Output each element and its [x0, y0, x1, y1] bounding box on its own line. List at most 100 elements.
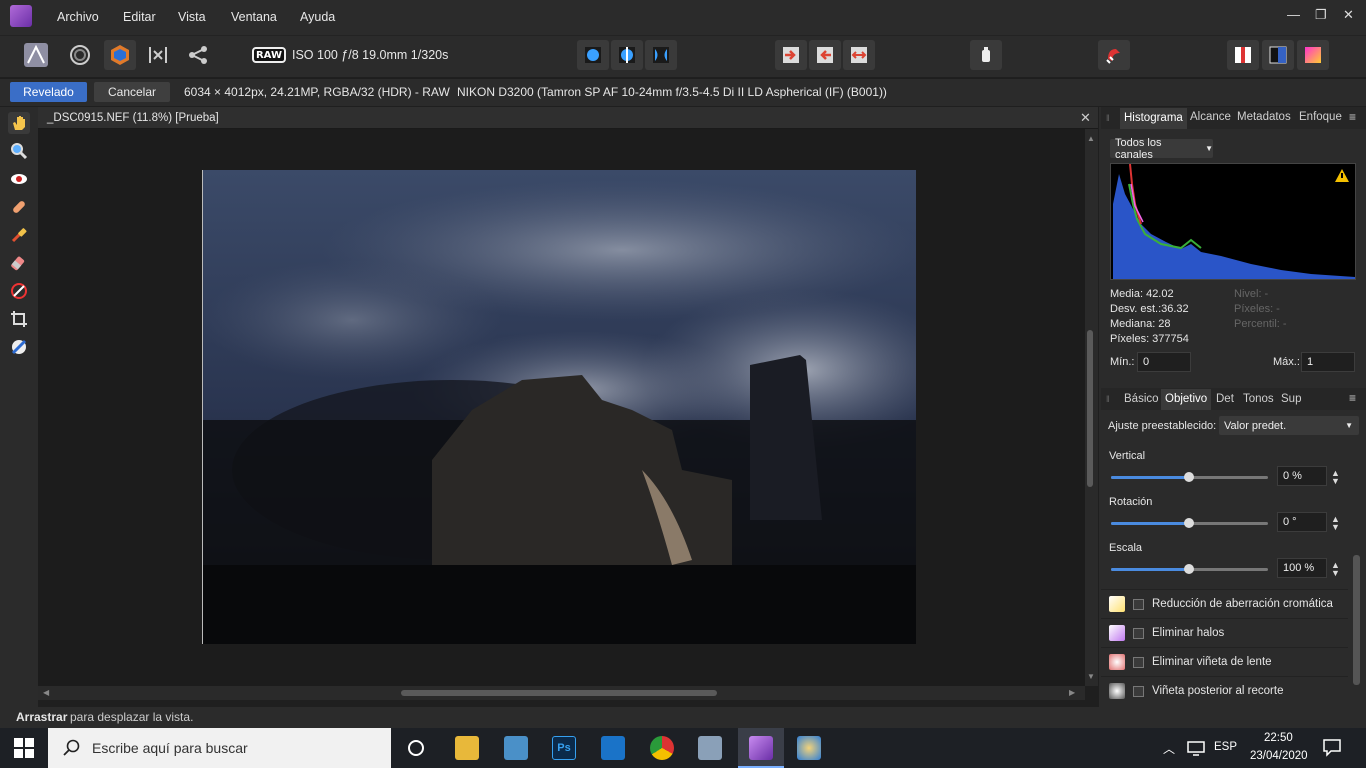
color-mode-icon[interactable] [1227, 40, 1259, 70]
close-window-icon[interactable]: ✕ [1343, 7, 1354, 23]
option-label: Eliminar halos [1152, 627, 1225, 639]
blemish-tool-icon[interactable] [8, 196, 30, 218]
network-app-icon[interactable] [504, 736, 528, 760]
liquify-persona-icon[interactable] [64, 40, 96, 70]
assistant-icon[interactable] [970, 40, 1002, 70]
panel-grip-icon[interactable]: ‖ [1106, 394, 1110, 404]
stat-pixeles: Píxeles: 377754 [1110, 333, 1189, 345]
hand-tool-icon[interactable] [8, 112, 30, 134]
option-lens-vignette[interactable]: Eliminar viñeta de lente [1101, 647, 1348, 676]
scroll-down-icon[interactable]: ▼ [1087, 672, 1095, 681]
menu-editar[interactable]: Editar [123, 10, 156, 24]
red-eye-tool-icon[interactable] [8, 168, 30, 190]
notifications-icon[interactable] [1323, 739, 1341, 760]
gamut-mode-icon[interactable] [1297, 40, 1329, 70]
post-crop-vignette-checkbox[interactable] [1133, 685, 1144, 697]
raw-badge: RAW [252, 47, 286, 63]
paint-icon[interactable] [797, 736, 821, 760]
preset-dropdown[interactable]: Valor predet. ▼ [1219, 416, 1359, 435]
clipping-highlights-icon[interactable] [809, 40, 841, 70]
tab-alcance[interactable]: Alcance [1190, 111, 1231, 123]
stepper-vertical-icon[interactable]: ▲ ▼ [1331, 469, 1340, 486]
chromatic-aberration-checkbox[interactable] [1133, 598, 1144, 610]
clipping-warning-icon[interactable] [1223, 165, 1243, 185]
panel-menu-icon[interactable]: ≡ [1349, 391, 1356, 405]
view-split-icon[interactable] [611, 40, 643, 70]
vertical-scroll-thumb[interactable] [1087, 330, 1093, 487]
horizontal-scroll-thumb[interactable] [401, 690, 717, 696]
clock-date[interactable]: 23/04/2020 [1250, 750, 1308, 762]
snapping-icon[interactable] [1098, 40, 1130, 70]
chrome-icon[interactable] [650, 736, 674, 760]
escala-value-field[interactable]: 100 % [1277, 558, 1327, 578]
slider-knob-rotacion[interactable] [1184, 518, 1194, 528]
view-single-icon[interactable] [577, 40, 609, 70]
clipping-shadows-icon[interactable] [775, 40, 807, 70]
photo-preview[interactable] [202, 170, 916, 644]
stepper-rotacion-icon[interactable]: ▲ ▼ [1331, 515, 1340, 532]
rotacion-value-field[interactable]: 0 ° [1277, 512, 1327, 532]
minimize-icon[interactable]: — [1287, 7, 1300, 22]
lens-vignette-checkbox[interactable] [1133, 656, 1144, 668]
network-icon[interactable] [1187, 740, 1205, 759]
tone-mapping-persona-icon[interactable] [142, 40, 174, 70]
tab-tonos[interactable]: Tonos [1243, 393, 1274, 405]
tab-metadatos[interactable]: Metadatos [1237, 111, 1291, 123]
close-document-icon[interactable]: ✕ [1080, 110, 1091, 126]
scroll-up-icon[interactable]: ▲ [1087, 134, 1095, 143]
overlay-paint-tool-icon[interactable] [8, 224, 30, 246]
menu-ayuda[interactable]: Ayuda [300, 10, 335, 24]
mask-mode-icon[interactable] [1262, 40, 1294, 70]
vertical-value-field[interactable]: 0 % [1277, 466, 1327, 486]
stepper-escala-icon[interactable]: ▲ ▼ [1331, 561, 1340, 578]
crop-tool-icon[interactable] [8, 308, 30, 330]
tab-basico[interactable]: Básico [1124, 393, 1159, 405]
option-chromatic-aberration[interactable]: Reducción de aberración cromática [1101, 589, 1348, 618]
menu-archivo[interactable]: Archivo [57, 10, 99, 24]
option-defringe[interactable]: Eliminar halos [1101, 618, 1348, 647]
clock-time[interactable]: 22:50 [1264, 732, 1293, 744]
zoom-tool-icon[interactable] [8, 140, 30, 162]
taskbar-search[interactable]: Escribe aquí para buscar [48, 728, 391, 768]
defringe-checkbox[interactable] [1133, 627, 1144, 639]
panel-menu-icon[interactable]: ≡ [1349, 110, 1356, 124]
task-view-icon[interactable] [405, 737, 427, 762]
panel-grip-icon[interactable]: ‖ [1106, 113, 1110, 123]
restore-icon[interactable]: ❐ [1315, 7, 1327, 23]
channel-dropdown[interactable]: Todos los canales ▼ [1110, 137, 1213, 161]
develop-panel-scrollbar[interactable] [1353, 555, 1360, 685]
tab-enfoque[interactable]: Enfoque [1299, 111, 1342, 123]
language-indicator[interactable]: ESP [1214, 741, 1237, 753]
slider-label-escala: Escala [1109, 542, 1143, 554]
windows-start-icon[interactable] [14, 738, 34, 761]
max-field[interactable]: 1 [1301, 352, 1355, 372]
menu-ventana[interactable]: Ventana [231, 10, 277, 24]
overlay-gradient-tool-icon[interactable] [8, 280, 30, 302]
slider-knob-escala[interactable] [1184, 564, 1194, 574]
cancel-button[interactable]: Cancelar [94, 82, 170, 102]
tab-det[interactable]: Det [1216, 393, 1234, 405]
scroll-left-icon[interactable]: ◀ [43, 688, 49, 697]
tab-histograma[interactable]: Histograma [1120, 108, 1187, 129]
tab-sup[interactable]: Sup [1281, 393, 1301, 405]
develop-button[interactable]: Revelado [10, 82, 87, 102]
file-explorer-icon[interactable] [455, 736, 479, 760]
share-icon[interactable] [182, 40, 214, 70]
menu-vista[interactable]: Vista [178, 10, 206, 24]
develop-persona-icon[interactable] [104, 40, 136, 70]
option-post-crop-vignette[interactable]: Viñeta posterior al recorte [1101, 676, 1348, 705]
tab-objetivo[interactable]: Objetivo [1161, 389, 1212, 410]
slider-knob-vertical[interactable] [1184, 472, 1194, 482]
white-balance-tool-icon[interactable] [8, 336, 30, 358]
min-field[interactable]: 0 [1137, 352, 1191, 372]
scroll-right-icon[interactable]: ▶ [1069, 688, 1075, 697]
clipping-tones-icon[interactable] [843, 40, 875, 70]
photoshop-icon[interactable]: Ps [552, 736, 576, 760]
stat-media: Media: 42.02 [1110, 288, 1174, 300]
photo-persona-icon[interactable] [20, 40, 52, 70]
chevron-up-icon[interactable]: ︿ [1163, 740, 1175, 757]
overlay-erase-tool-icon[interactable] [8, 252, 30, 274]
mail-icon[interactable] [601, 736, 625, 760]
view-mirror-icon[interactable] [645, 40, 677, 70]
photo-viewer-icon[interactable] [698, 736, 722, 760]
